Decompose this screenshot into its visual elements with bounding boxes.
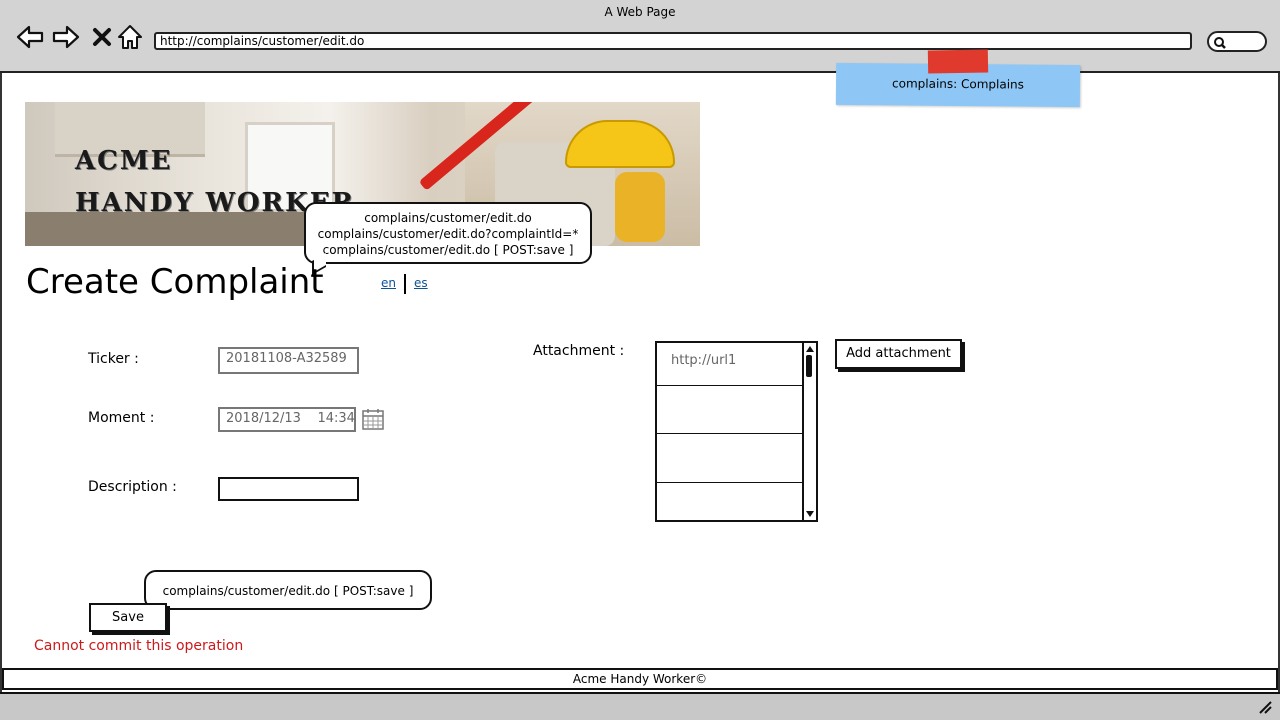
bubble-text: complains/customer/edit.do [ POST:save ] xyxy=(162,584,414,598)
scroll-thumb[interactable] xyxy=(806,355,812,377)
list-item[interactable] xyxy=(657,434,803,483)
description-label: Description : xyxy=(88,479,177,495)
page-title: Create Complaint xyxy=(26,262,324,302)
page-footer: Acme Handy Worker© xyxy=(2,668,1278,690)
bubble-line: complains/customer/edit.do?complaintId=* xyxy=(317,227,579,241)
forward-arrow-icon[interactable] xyxy=(52,24,80,50)
browser-status-bar xyxy=(0,692,1280,720)
moment-label: Moment : xyxy=(88,410,155,426)
language-separator xyxy=(404,274,406,294)
note-tape xyxy=(927,49,989,74)
error-message: Cannot commit this operation xyxy=(34,638,244,654)
window-title: A Web Page xyxy=(604,5,676,19)
attachment-label: Attachment : xyxy=(533,343,625,359)
language-link-es[interactable]: es xyxy=(414,276,428,290)
url-annotation-bubble: complains/customer/edit.do complains/cus… xyxy=(304,202,592,276)
ticker-label: Ticker : xyxy=(88,351,139,367)
save-annotation-bubble: complains/customer/edit.do [ POST:save ] xyxy=(144,570,432,622)
browser-search-field[interactable] xyxy=(1207,31,1267,52)
add-attachment-button[interactable]: Add attachment xyxy=(835,339,962,369)
language-link-en[interactable]: en xyxy=(381,276,396,290)
address-bar[interactable]: http://complains/customer/edit.do xyxy=(154,32,1192,50)
description-field[interactable] xyxy=(218,477,359,501)
close-x-icon[interactable] xyxy=(88,24,116,50)
list-scrollbar[interactable] xyxy=(802,343,816,520)
moment-field[interactable]: 2018/12/13 14:34 xyxy=(218,407,356,432)
attachment-list[interactable]: http://url1 xyxy=(655,341,818,522)
list-item[interactable] xyxy=(657,386,803,434)
bubble-line: complains/customer/edit.do xyxy=(364,211,532,225)
logo-line-1: ACME xyxy=(75,146,173,176)
back-arrow-icon[interactable] xyxy=(16,24,44,50)
browser-toolbar: A Web Page http://complains/customer/edi… xyxy=(0,0,1280,73)
calendar-icon[interactable] xyxy=(361,407,385,431)
scroll-up-icon[interactable] xyxy=(805,344,815,354)
save-button[interactable]: Save xyxy=(89,603,167,632)
search-icon xyxy=(1214,37,1226,49)
home-icon[interactable] xyxy=(116,24,144,50)
list-item[interactable]: http://url1 xyxy=(657,343,803,386)
bubble-line: complains/customer/edit.do [ POST:save ] xyxy=(322,243,574,257)
ticker-field[interactable]: 20181108-A32589 xyxy=(218,347,359,374)
resize-grip-icon[interactable] xyxy=(1258,700,1272,714)
scroll-down-icon[interactable] xyxy=(805,509,815,519)
